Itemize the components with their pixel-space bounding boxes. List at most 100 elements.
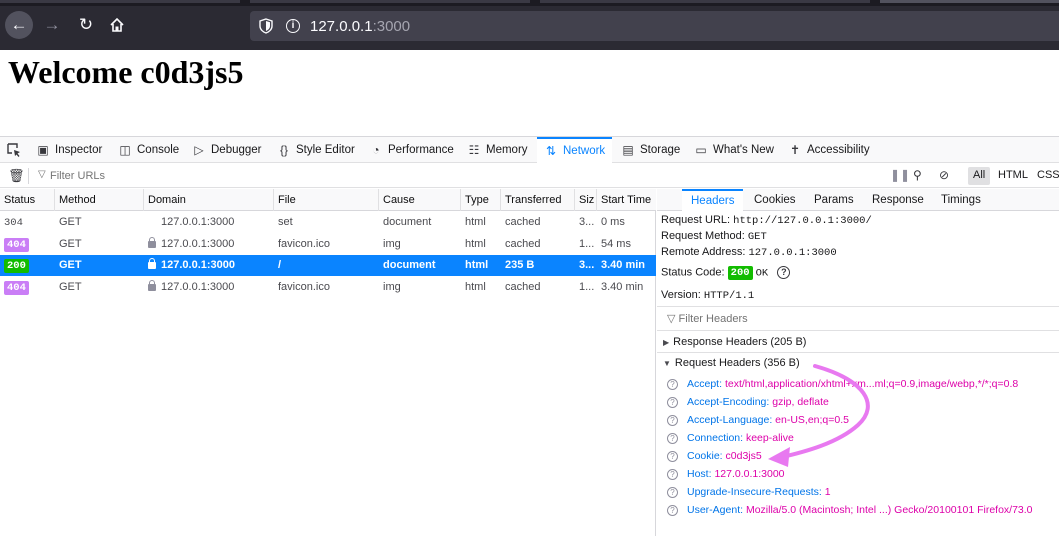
accessibility-icon: ✝	[789, 143, 801, 157]
status-badge: 200	[4, 259, 29, 273]
column-method[interactable]: Method	[55, 189, 144, 211]
filter-css-button[interactable]: CSS	[1032, 167, 1059, 185]
network-icon: ⇅	[545, 144, 557, 158]
request-headers-section[interactable]: ▼ Request Headers (356 B)	[663, 357, 800, 369]
column-transferred[interactable]: Transferred	[501, 189, 575, 211]
arrow-left-icon: ←	[10, 15, 28, 34]
help-icon[interactable]: ?	[777, 266, 791, 279]
label: Status Code:	[661, 266, 725, 279]
table-row[interactable]: 304 GET 127.0.0.1:3000 set document html cache…	[0, 212, 656, 233]
request-table-header: Status Method Domain File Cause Type Tra…	[0, 189, 656, 211]
header-row[interactable]: ? Host: 127.0.0.1:3000	[667, 465, 785, 483]
column-type[interactable]: Type	[461, 189, 501, 211]
filter-html-button[interactable]: HTML	[993, 167, 1033, 185]
tab-accessibility[interactable]: ✝ Accessibility	[788, 137, 870, 163]
forward-button[interactable]: →	[38, 11, 66, 39]
help-icon[interactable]: ?	[667, 504, 678, 516]
column-status[interactable]: Status	[0, 189, 55, 211]
header-row[interactable]: ? User-Agent: Mozilla/5.0 (Macintosh; Int…	[667, 501, 1033, 519]
tab-label: Accessibility	[807, 144, 870, 156]
memory-icon: ☷	[468, 143, 480, 157]
block-icon[interactable]: ⊘	[939, 168, 949, 182]
tab-debugger[interactable]: ▷ Debugger	[192, 137, 261, 163]
tab-params[interactable]: Params	[814, 189, 854, 211]
shield-icon[interactable]	[259, 18, 273, 34]
tab-timings[interactable]: Timings	[941, 189, 981, 211]
tab-inspector[interactable]: ▣ Inspector	[36, 137, 102, 163]
url-text[interactable]: 127.0.0.1:3000	[310, 18, 410, 35]
header-row[interactable]: ? Upgrade-Insecure-Requests: 1	[667, 483, 831, 501]
filter-headers-input[interactable]: ▽ Filter Headers	[667, 312, 748, 325]
url-host: 127.0.0.1	[310, 18, 373, 35]
header-row[interactable]: ? Accept: text/html,application/xhtml+xm.…	[667, 375, 1018, 393]
header-row[interactable]: ? Accept-Language: en-US,en;q=0.5	[667, 411, 849, 429]
help-icon[interactable]: ?	[667, 396, 678, 408]
section-title: Response Headers (205 B)	[673, 336, 807, 348]
help-icon[interactable]: ?	[667, 414, 678, 426]
filter-all-button[interactable]: All	[968, 167, 991, 185]
tab-headers[interactable]: Headers	[682, 189, 744, 211]
header-row[interactable]: ? Connection: keep-alive	[667, 429, 794, 447]
tab-storage[interactable]: ▤ Storage	[621, 137, 680, 163]
table-row[interactable]: 404 GET 127.0.0.1:3000 favicon.ico img html ca…	[0, 234, 656, 255]
trash-icon[interactable]: 🗑	[8, 168, 25, 184]
tab-style-editor[interactable]: {} Style Editor	[277, 137, 355, 163]
info-icon[interactable]: i	[286, 19, 300, 33]
tab-whats-new[interactable]: ▭ What's New	[694, 137, 774, 163]
column-size[interactable]: Siz	[575, 189, 597, 211]
method-cell: GET	[59, 216, 82, 228]
header-name: Host:	[687, 468, 712, 480]
filter-urls-input[interactable]	[36, 166, 836, 186]
help-icon[interactable]: ?	[667, 450, 678, 462]
tab-response[interactable]: Response	[872, 189, 924, 211]
tab-network[interactable]: ⇅ Network	[537, 137, 613, 163]
pause-icon[interactable]: ❚❚	[890, 168, 910, 182]
home-button[interactable]	[103, 11, 131, 39]
response-headers-section[interactable]: ▶ Response Headers (205 B)	[663, 336, 806, 348]
url-bar[interactable]: i 127.0.0.1:3000	[250, 11, 1059, 41]
whats-new-icon: ▭	[695, 143, 707, 157]
element-picker-icon	[7, 143, 20, 157]
transferred-cell: cached	[505, 237, 541, 250]
tab-console[interactable]: ◫ Console	[118, 137, 179, 163]
tab-memory[interactable]: ☷ Memory	[467, 137, 528, 163]
tab-strip-segment[interactable]	[880, 0, 1059, 3]
column-cause[interactable]: Cause	[379, 189, 461, 211]
column-file[interactable]: File	[274, 189, 379, 211]
tab-label: Memory	[486, 144, 528, 156]
tab-cookies[interactable]: Cookies	[754, 189, 796, 211]
search-icon[interactable]: ⚲	[913, 168, 922, 182]
header-name: Connection:	[687, 432, 744, 444]
domain-text: 127.0.0.1:3000	[161, 259, 236, 271]
file-cell: set	[278, 216, 293, 228]
start-time-cell: 3.40 min	[601, 280, 644, 293]
header-row[interactable]: ? Accept-Encoding: gzip, deflate	[667, 393, 829, 411]
tab-label: Console	[137, 144, 180, 156]
back-button[interactable]: ←	[5, 11, 33, 39]
header-value: Mozilla/5.0 (Macintosh; Intel ...) Gecko…	[745, 504, 1033, 516]
column-start-time[interactable]: Start Time	[597, 189, 656, 211]
table-row[interactable]: 200 GET 127.0.0.1:3000 / document html 235 B 3.…	[0, 255, 656, 276]
header-name: Accept-Language:	[687, 414, 773, 426]
reload-button[interactable]: ↻	[72, 11, 100, 39]
header-value: en-US,en;q=0.5	[775, 414, 849, 426]
tab-performance[interactable]: ◔ Performance	[369, 137, 453, 163]
table-row[interactable]: 404 GET 127.0.0.1:3000 favicon.ico img html ca…	[0, 277, 656, 298]
tab-strip-segment[interactable]	[0, 0, 240, 3]
size-cell: 1...	[579, 280, 595, 293]
help-icon[interactable]: ?	[667, 378, 678, 390]
tab-strip-segment[interactable]	[540, 0, 870, 3]
column-domain[interactable]: Domain	[144, 189, 274, 211]
element-picker-button[interactable]	[6, 137, 28, 163]
request-method-value: GET	[747, 231, 767, 243]
help-icon[interactable]: ?	[667, 486, 678, 498]
header-row[interactable]: ? Cookie: c0d3js5	[667, 447, 762, 465]
header-name: Accept-Encoding:	[687, 396, 770, 408]
header-value: keep-alive	[745, 432, 794, 444]
help-icon[interactable]: ?	[667, 432, 678, 444]
url-port: :3000	[372, 18, 411, 35]
label: Request Method:	[661, 230, 745, 242]
inspector-icon: ▣	[37, 143, 49, 157]
tab-strip-segment[interactable]	[250, 0, 530, 3]
help-icon[interactable]: ?	[667, 468, 678, 480]
